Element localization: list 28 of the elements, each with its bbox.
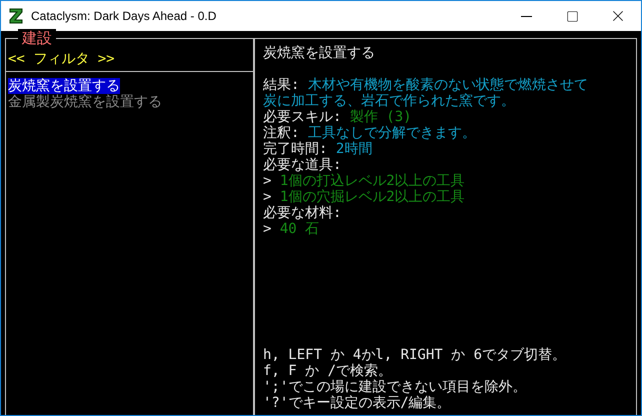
field-value: 製作 (3) [350, 109, 412, 125]
field-value: 工具なしで分解できます。 [308, 125, 476, 141]
requirement-entry: 1個の打込レベル2以上の工具 [280, 173, 465, 189]
help-text: ';'でこの場に建設できない項目を除外。 [263, 379, 526, 395]
field-label: 必要スキル: [263, 109, 342, 125]
field-label: 注釈: [263, 125, 300, 141]
bullet-marker: > [263, 173, 272, 189]
field-value: 炭に加工する、岩石で作られた窯です。 [263, 93, 515, 109]
help-text: f, F か /で検索。 [263, 363, 392, 379]
list-item[interactable]: 炭焼窯を設置する [8, 78, 120, 94]
panel-title: 建設 [18, 29, 56, 47]
bullet-marker: > [263, 221, 272, 237]
filter-tab[interactable]: << フィルタ >> [8, 51, 115, 67]
help-text: h, LEFT か 4かl, RIGHT か 6でタブ切替。 [263, 347, 566, 363]
field-value: 木材や有機物を酸素のない状態で燃焼させて [308, 77, 588, 93]
field-value: 2時間 [336, 141, 372, 157]
help-text: '?'でキー設定の表示/編集。 [263, 395, 451, 411]
section-heading: 必要な道具: [263, 157, 342, 173]
field-label: 結果: [263, 77, 300, 93]
section-heading: 必要な材料: [263, 205, 342, 221]
maximize-icon [566, 10, 578, 22]
requirement-entry: 1個の穴掘レベル2以上の工具 [280, 189, 465, 205]
logo-icon [9, 8, 23, 24]
detail-title: 炭焼窯を設置する [263, 45, 376, 61]
requirement-entry: 40 石 [280, 221, 320, 237]
window-title: Cataclysm: Dark Days Ahead - 0.D [31, 9, 218, 23]
field-label: 完了時間: [263, 141, 328, 157]
bullet-marker: > [263, 189, 272, 205]
